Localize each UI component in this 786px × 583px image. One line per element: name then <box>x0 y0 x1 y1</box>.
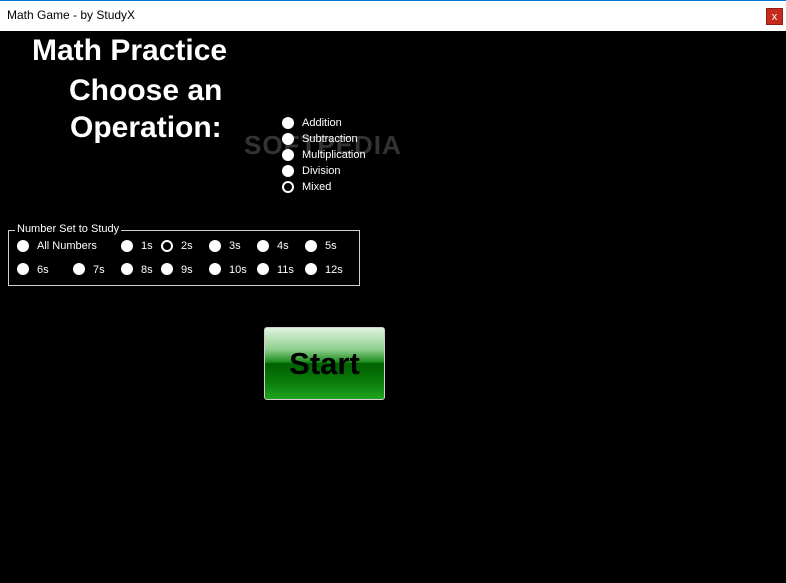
radio-4s[interactable] <box>257 240 269 252</box>
radio-10s[interactable] <box>209 263 221 275</box>
radio-mixed[interactable] <box>282 181 294 193</box>
radio-addition[interactable] <box>282 117 294 129</box>
choose-heading: Choose an <box>69 74 223 107</box>
radio-label-subtraction: Subtraction <box>302 133 358 145</box>
number-set-legend: Number Set to Study <box>15 223 122 235</box>
radio-label-multiplication: Multiplication <box>302 149 366 161</box>
radio-1s[interactable] <box>121 240 133 252</box>
operation-heading: Operation: <box>70 111 222 144</box>
title-bar: Math Game - by StudyX x <box>0 0 786 31</box>
start-button[interactable]: Start <box>264 327 385 400</box>
radio-3s[interactable] <box>209 240 221 252</box>
radio-label-4s: 4s <box>277 240 289 252</box>
radio-label-5s: 5s <box>325 240 337 252</box>
radio-5s[interactable] <box>305 240 317 252</box>
radio-division[interactable] <box>282 165 294 177</box>
radio-subtraction[interactable] <box>282 133 294 145</box>
radio-label-3s: 3s <box>229 240 241 252</box>
window-title: Math Game - by StudyX <box>7 8 136 22</box>
radio-all-numbers[interactable] <box>17 240 29 252</box>
radio-7s[interactable] <box>73 263 85 275</box>
radio-label-8s: 8s <box>141 264 153 276</box>
number-set-group: Number Set to Study <box>8 224 360 286</box>
radio-6s[interactable] <box>17 263 29 275</box>
radio-label-division: Division <box>302 165 341 177</box>
radio-9s[interactable] <box>161 263 173 275</box>
radio-label-12s: 12s <box>325 264 343 276</box>
radio-label-10s: 10s <box>229 264 247 276</box>
app-heading: Math Practice <box>32 34 228 67</box>
radio-11s[interactable] <box>257 263 269 275</box>
radio-multiplication[interactable] <box>282 149 294 161</box>
radio-12s[interactable] <box>305 263 317 275</box>
close-button[interactable]: x <box>766 8 783 25</box>
radio-label-2s: 2s <box>181 240 193 252</box>
radio-label-addition: Addition <box>302 117 342 129</box>
radio-label-6s: 6s <box>37 264 49 276</box>
radio-label-all-numbers: All Numbers <box>37 240 97 252</box>
radio-2s[interactable] <box>161 240 173 252</box>
radio-label-mixed: Mixed <box>302 181 332 193</box>
radio-8s[interactable] <box>121 263 133 275</box>
start-button-label: Start <box>289 345 360 381</box>
radio-label-9s: 9s <box>181 264 193 276</box>
radio-label-7s: 7s <box>93 264 105 276</box>
radio-label-1s: 1s <box>141 240 153 252</box>
radio-label-11s: 11s <box>277 264 294 276</box>
